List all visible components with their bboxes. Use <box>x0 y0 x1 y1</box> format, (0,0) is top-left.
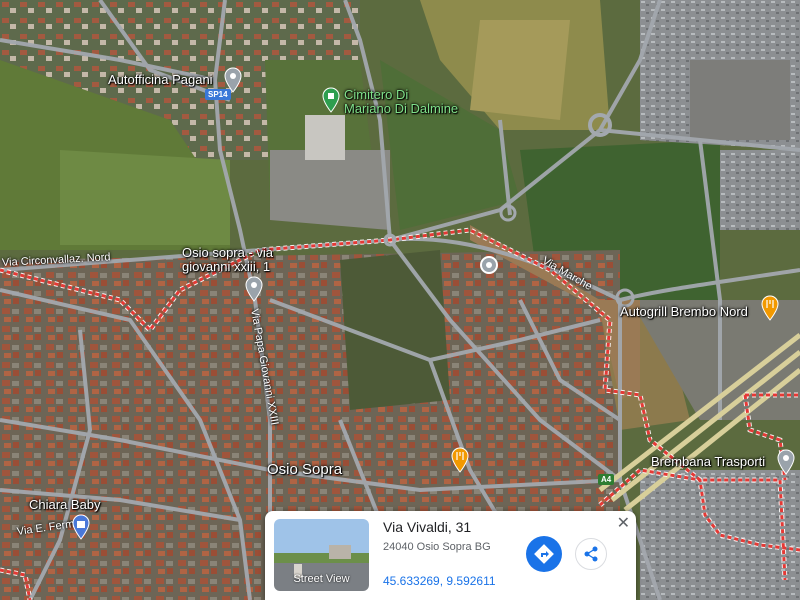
location-info-card: Street View Via Vivaldi, 31 24040 Osio S… <box>265 511 636 600</box>
osio-place-label-1[interactable]: Osio sopra - via <box>182 246 273 260</box>
directions-button[interactable] <box>526 536 562 572</box>
location-pin-icon[interactable] <box>777 449 795 475</box>
town-label[interactable]: Osio Sopra <box>267 462 342 477</box>
a4-highway-shield: A4 <box>598 474 615 485</box>
location-pin-icon[interactable] <box>245 276 263 302</box>
cimitero-label-2[interactable]: Mariano Di Dalmine <box>344 102 458 116</box>
coordinates-link[interactable]: 45.633269, 9.592611 <box>383 574 496 588</box>
share-button[interactable] <box>575 538 607 570</box>
address-title: Via Vivaldi, 31 <box>383 519 472 535</box>
cemetery-pin-icon[interactable] <box>322 87 340 113</box>
autogrill-label[interactable]: Autogrill Brembo Nord <box>620 305 748 319</box>
street-view-label: Street View <box>293 573 350 585</box>
street-view-thumbnail[interactable]: Street View <box>274 519 369 591</box>
shopping-bag-pin-icon[interactable] <box>72 514 90 540</box>
directions-icon <box>534 544 554 564</box>
autofficina-label[interactable]: Autofficina Pagani <box>108 73 213 87</box>
restaurant-pin-icon[interactable] <box>761 295 779 321</box>
osio-place-label-2[interactable]: giovanni xxiii, 1 <box>182 260 270 274</box>
share-icon <box>584 546 598 562</box>
location-pin-icon[interactable] <box>224 67 242 93</box>
brembana-label[interactable]: Brembana Trasporti <box>651 455 765 469</box>
restaurant-pin-icon[interactable] <box>451 447 469 473</box>
chiara-baby-label[interactable]: Chiara Baby <box>29 498 101 512</box>
location-marker-icon[interactable] <box>479 255 499 275</box>
address-subtitle: 24040 Osio Sopra BG <box>383 541 491 553</box>
close-icon[interactable]: ✕ <box>617 513 630 532</box>
cimitero-label-1[interactable]: Cimitero Di <box>344 88 408 102</box>
